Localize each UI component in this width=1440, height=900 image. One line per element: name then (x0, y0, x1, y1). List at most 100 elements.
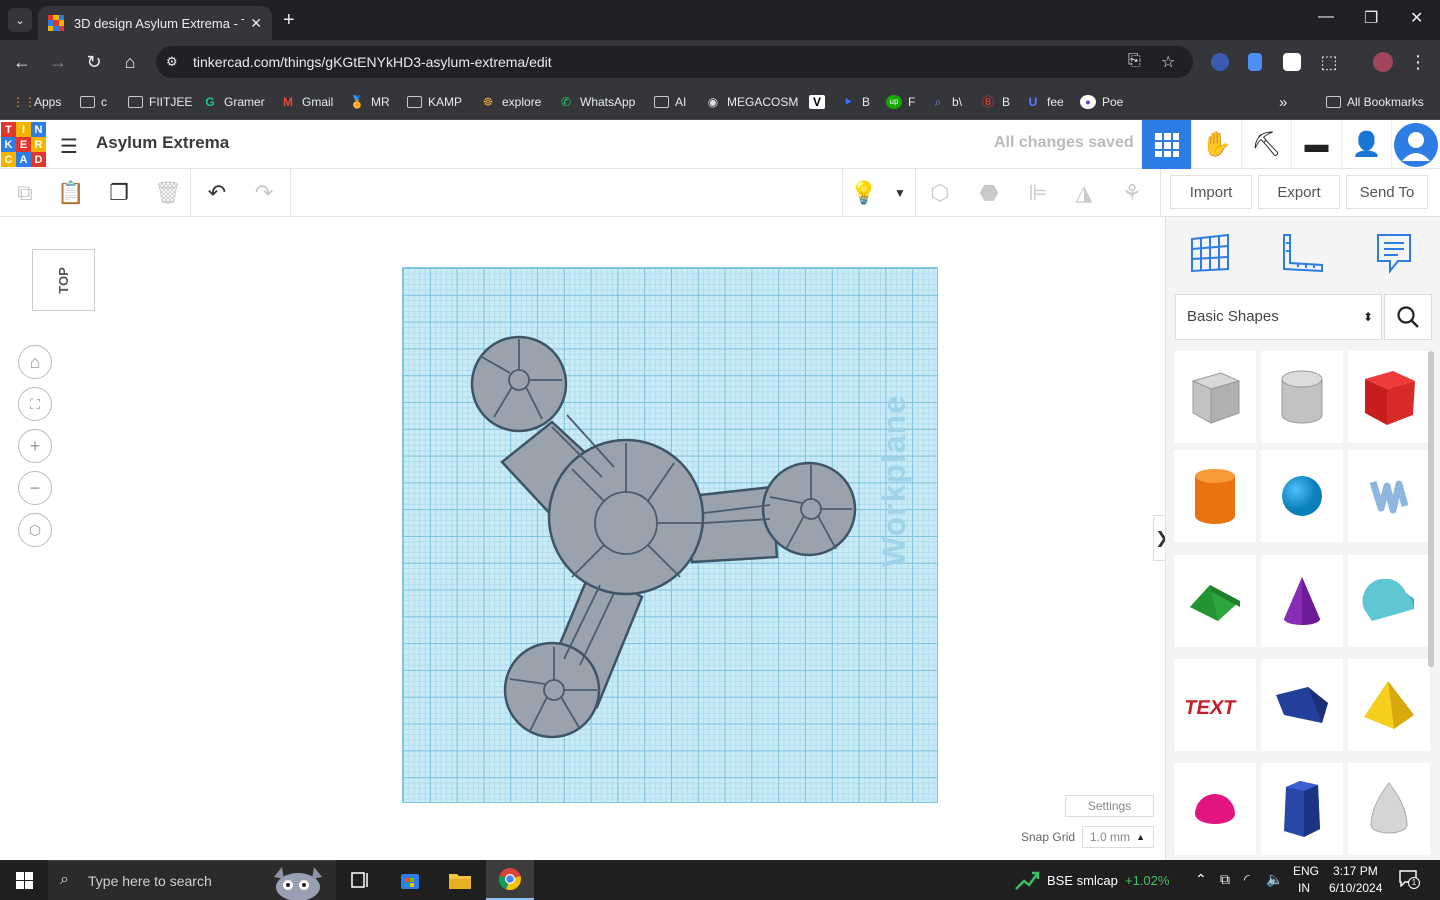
bookmark-megacosm[interactable]: ◉ MEGACOSM (705, 92, 799, 112)
group-icon[interactable]: ⬡ (926, 179, 954, 207)
tinkercad-logo[interactable]: T I N K E R C A D (1, 122, 46, 167)
extension-check-icon[interactable] (1283, 53, 1301, 71)
meet-now-icon[interactable]: ⧉ (1220, 871, 1230, 888)
bookmark-star-icon[interactable]: ☆ (1161, 52, 1175, 72)
site-info-icon[interactable]: ⚙ (166, 54, 178, 70)
bookmark-f[interactable]: up F (886, 92, 915, 112)
send-to-button[interactable]: Send To (1346, 175, 1428, 209)
redo-icon[interactable]: ↷ (250, 179, 278, 207)
browser-tab-active[interactable]: 3D design Asylum Extrema - Tin ✕ (38, 6, 272, 40)
clock-time[interactable]: 3:17 PM (1333, 864, 1378, 878)
microsoft-store-icon[interactable] (386, 860, 434, 900)
copy-icon[interactable]: ⧉ (11, 179, 39, 207)
shape-half-sphere[interactable] (1174, 763, 1256, 855)
light-bulb-icon[interactable]: 💡 (850, 179, 878, 207)
ruler-tool-icon[interactable] (1280, 231, 1324, 275)
back-arrow-icon[interactable]: ← (10, 51, 34, 73)
bookmark-whatsapp[interactable]: ✆ WhatsApp (558, 92, 635, 112)
install-app-icon[interactable]: ⎘ (1128, 52, 1141, 70)
volume-icon[interactable]: 🔈 (1266, 871, 1283, 888)
tab-close-icon[interactable]: ✕ (250, 15, 262, 32)
home-icon[interactable]: ⌂ (118, 51, 142, 73)
invite-user-button[interactable]: 👤 (1341, 120, 1391, 169)
bookmark-v[interactable]: V (809, 92, 831, 112)
forward-arrow-icon[interactable]: → (46, 51, 70, 73)
bookmark-gramer[interactable]: G Gramer (202, 92, 264, 112)
windows-start-icon[interactable] (16, 872, 33, 889)
reload-icon[interactable]: ↻ (82, 51, 106, 73)
duplicate-icon[interactable]: ❐ (105, 179, 133, 207)
shape-paraboloid[interactable] (1348, 763, 1430, 855)
taskbar-search-box[interactable]: ⌕ Type here to search (48, 860, 336, 900)
view-cube[interactable]: TOP (32, 249, 95, 311)
3d-view-grid-button[interactable] (1141, 120, 1191, 169)
all-bookmarks[interactable]: All Bookmarks (1326, 92, 1424, 112)
zoom-out-icon[interactable]: − (18, 471, 52, 505)
restore-icon[interactable]: ❐ (1364, 8, 1378, 28)
zoom-in-icon[interactable]: + (18, 429, 52, 463)
bookmark-c[interactable]: c (80, 92, 107, 112)
light-dropdown-icon[interactable]: ▼ (886, 179, 914, 207)
task-view-icon[interactable] (336, 860, 384, 900)
bookmark-mr[interactable]: 🏅 MR (349, 92, 390, 112)
file-explorer-icon[interactable] (436, 860, 484, 900)
home-view-icon[interactable]: ⌂ (18, 345, 52, 379)
workplane-tool-icon[interactable] (1188, 231, 1232, 275)
design-title[interactable]: Asylum Extrema (96, 133, 229, 153)
address-bar[interactable]: ⚙ tinkercad.com/things/gKGtENYkHD3-asylu… (156, 46, 1193, 78)
extension-docs-icon[interactable] (1248, 53, 1262, 71)
shape-hexagonal-prism[interactable] (1261, 763, 1343, 855)
undo-icon[interactable]: ↶ (203, 179, 231, 207)
user-avatar[interactable] (1391, 120, 1440, 169)
notification-center[interactable]: 1 (1398, 869, 1420, 889)
shape-cylinder-hole[interactable] (1261, 351, 1343, 443)
ortho-cube-icon[interactable]: ⬡ (18, 513, 52, 547)
new-tab-plus-icon[interactable]: + (283, 9, 295, 31)
design-list-menu-icon[interactable]: ☰ (60, 134, 78, 159)
shape-roof[interactable] (1174, 555, 1256, 647)
bookmark-explore[interactable]: ☸ explore (480, 92, 542, 112)
shape-round-roof[interactable] (1348, 555, 1430, 647)
close-window-icon[interactable]: ✕ (1410, 8, 1423, 28)
delete-trash-icon[interactable]: 🗑 (154, 179, 182, 207)
cruise-magnet-icon[interactable]: ⚘ (1118, 179, 1146, 207)
stock-name[interactable]: BSE smlcap (1047, 873, 1118, 888)
bookmark-ai[interactable]: AI (654, 92, 686, 112)
chrome-taskbar-icon[interactable] (486, 860, 534, 900)
paste-icon[interactable]: 📋 (57, 179, 85, 207)
bookmark-b-slash[interactable]: ⌕ b\ (930, 92, 962, 112)
profile-avatar[interactable] (1373, 52, 1393, 72)
chrome-menu-icon[interactable]: ⋮ (1406, 51, 1430, 73)
export-button[interactable]: Export (1258, 175, 1340, 209)
more-bookmarks-chevron[interactable]: » (1279, 92, 1287, 112)
shape-sphere[interactable] (1261, 450, 1343, 542)
fit-view-icon[interactable]: ⛶ (18, 387, 52, 421)
shape-box-hole[interactable] (1174, 351, 1256, 443)
minimize-icon[interactable]: — (1318, 8, 1334, 26)
shape-scribble[interactable] (1348, 450, 1430, 542)
snap-grid-select[interactable]: 1.0 mm ▲ (1082, 826, 1154, 848)
bookmark-poe[interactable]: ● Poe (1080, 92, 1123, 112)
import-button[interactable]: Import (1170, 175, 1252, 209)
extension-vpn-icon[interactable] (1211, 53, 1229, 71)
shape-pyramid[interactable] (1348, 659, 1430, 751)
bookmark-apps[interactable]: ⋮⋮ Apps (12, 92, 61, 112)
settings-button[interactable]: Settings (1065, 795, 1154, 817)
shape-polygon-box[interactable] (1261, 659, 1343, 751)
bricks-button[interactable]: ▬ (1291, 120, 1341, 169)
tray-chevron-up-icon[interactable]: ⌃ (1195, 871, 1207, 888)
align-icon[interactable]: ⊫ (1024, 179, 1052, 207)
tab-search-chevron-icon[interactable]: ⌄ (8, 8, 32, 32)
shape-text[interactable]: TEXT (1174, 659, 1256, 751)
mirror-icon[interactable]: ◮ (1070, 179, 1098, 207)
extensions-puzzle-icon[interactable]: ⬚ (1317, 51, 1341, 73)
bookmark-fee[interactable]: Ufee (1025, 92, 1064, 112)
shape-cylinder[interactable] (1174, 450, 1256, 542)
shape-search-button[interactable] (1384, 294, 1432, 340)
ungroup-icon[interactable]: ⬣ (975, 179, 1003, 207)
notes-tool-icon[interactable] (1372, 231, 1416, 275)
sim-lab-button[interactable]: ⛏ (1241, 120, 1291, 169)
panel-scrollbar[interactable] (1428, 351, 1434, 667)
spinner-3d-model[interactable] (402, 267, 938, 803)
3d-viewport[interactable]: TOP ⌂ ⛶ + − ⬡ Workplane ❯ Settings Snap … (0, 217, 1171, 860)
